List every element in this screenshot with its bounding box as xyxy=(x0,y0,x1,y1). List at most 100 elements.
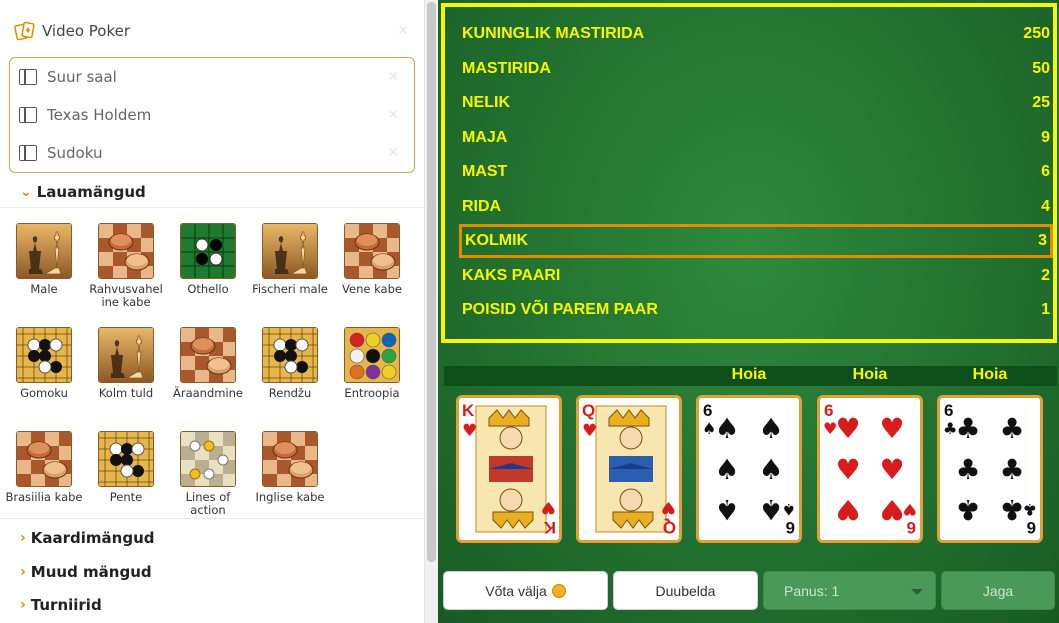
divider xyxy=(0,207,425,208)
svg-text:♥: ♥ xyxy=(835,412,860,445)
svg-text:Q: Q xyxy=(582,401,595,420)
section-board-games[interactable]: ⌄ Lauamängud xyxy=(20,183,146,201)
game-tile[interactable]: Brasiilia kabe xyxy=(3,431,85,504)
collect-button[interactable]: Võta välja xyxy=(443,571,608,610)
svg-text:♣: ♣ xyxy=(955,453,980,486)
checkers-icon xyxy=(180,327,236,383)
svg-text:6: 6 xyxy=(703,401,712,420)
sidebar-item-texas-holdem[interactable]: Texas Holdem ✕ xyxy=(19,97,399,133)
game-tile[interactable]: Male xyxy=(3,223,85,296)
sidebar-item-video-poker[interactable]: Video Poker ✕ xyxy=(14,13,409,49)
lines-icon xyxy=(180,431,236,487)
game-tile[interactable]: Rahvusvahel ine kabe xyxy=(85,223,167,309)
svg-text:♥: ♥ xyxy=(879,453,904,486)
svg-text:♥: ♥ xyxy=(835,453,860,486)
checkers-icon xyxy=(262,431,318,487)
payout-value: 6 xyxy=(1041,163,1050,180)
game-tile[interactable]: Rendžu xyxy=(249,327,331,400)
svg-text:♠: ♠ xyxy=(714,493,739,526)
double-label: Duubelda xyxy=(655,582,716,599)
cards-icon xyxy=(14,21,35,41)
chess-icon xyxy=(98,327,154,383)
paytable-row: MAST 6 xyxy=(459,155,1053,189)
panel-icon xyxy=(19,145,37,161)
hand-name: MAJA xyxy=(462,128,508,146)
payout-value: 50 xyxy=(1032,59,1050,77)
game-tile[interactable]: Lines of action xyxy=(167,431,249,517)
hand-name: KUNINGLIK MASTIRIDA xyxy=(462,25,645,42)
close-icon[interactable]: ✕ xyxy=(387,69,399,85)
payout-value: 3 xyxy=(1038,232,1047,249)
paytable-row: NELIK 25 xyxy=(459,86,1053,120)
sidebar-item-sudoku[interactable]: Sudoku ✕ xyxy=(19,135,399,171)
paytable-row: KAKS PAARI 2 xyxy=(459,259,1053,293)
svg-text:♥: ♥ xyxy=(661,497,676,517)
game-tile[interactable]: Pente xyxy=(85,431,167,504)
game-tile[interactable]: Kolm tuld xyxy=(85,327,167,400)
svg-text:6: 6 xyxy=(944,401,953,420)
collect-label: Võta välja xyxy=(485,582,547,599)
double-button[interactable]: Duubelda xyxy=(613,571,758,610)
playing-card-6-hearts[interactable]: 6 ♥ 6 ♥ ♥ ♥ ♥ ♥ ♥ ♥ xyxy=(817,395,923,543)
game-tile[interactable]: Fischeri male xyxy=(249,223,331,296)
paytable-row: MASTIRIDA 50 xyxy=(459,52,1053,86)
close-icon[interactable]: ✕ xyxy=(387,107,399,123)
chevron-right-icon: › xyxy=(20,530,26,546)
game-tile-label: Kolm tuld xyxy=(98,386,154,400)
svg-text:Q: Q xyxy=(663,518,676,537)
game-tile[interactable]: Vene kabe xyxy=(331,223,413,296)
sidebar-item-label: Video Poker xyxy=(42,22,131,40)
game-tile[interactable]: Entroopia xyxy=(331,327,413,400)
game-tile-label: Vene kabe xyxy=(342,282,402,296)
pinned-games-group: Suur saal ✕ Texas Holdem ✕ Sudoku ✕ xyxy=(9,57,415,173)
hand-name: POISID VÕI PAREM PAAR xyxy=(462,301,658,318)
section-tournaments[interactable]: › Turniirid xyxy=(20,596,102,614)
go-icon xyxy=(262,327,318,383)
svg-text:♣: ♣ xyxy=(999,412,1024,445)
game-tile-label: Inglise kabe xyxy=(255,490,325,504)
section-label: Muud mängud xyxy=(30,563,152,581)
sidebar-item-label: Suur saal xyxy=(47,68,117,86)
game-tile[interactable]: Inglise kabe xyxy=(249,431,331,504)
bet-select[interactable]: Panus: 1 xyxy=(763,571,936,610)
hold-label: Hoia xyxy=(852,366,888,383)
svg-text:♣: ♣ xyxy=(955,493,980,526)
game-tile[interactable]: Äraandmine xyxy=(167,327,249,400)
entropy-icon xyxy=(344,327,400,383)
hold-label: Hoia xyxy=(731,366,767,383)
paytable: KUNINGLIK MASTIRIDA 250 MASTIRIDA 50 NELIK… xyxy=(441,3,1057,343)
go-icon xyxy=(98,431,154,487)
chevron-right-icon: › xyxy=(20,597,26,613)
sidebar-item-label: Texas Holdem xyxy=(47,106,152,124)
panel-icon xyxy=(19,107,37,123)
paytable-row: RIDA 4 xyxy=(459,190,1053,224)
playing-card-6-spades[interactable]: 6 ♠ 6 ♠ ♠ ♠ ♠ ♠ ♠ ♠ xyxy=(696,395,802,543)
deal-button[interactable]: Jaga xyxy=(941,571,1055,610)
section-other-games[interactable]: › Muud mängud xyxy=(20,563,152,581)
sidebar-item-suur-saal[interactable]: Suur saal ✕ xyxy=(19,59,399,95)
svg-text:♣: ♣ xyxy=(999,493,1024,526)
chess-icon xyxy=(16,223,72,279)
playing-card-k-hearts[interactable]: K ♥ K ♥ xyxy=(456,395,562,543)
section-card-games[interactable]: › Kaardimängud xyxy=(20,529,155,547)
payout-value: 1 xyxy=(1041,301,1050,318)
svg-text:♣: ♣ xyxy=(999,453,1024,486)
game-tile[interactable]: Othello xyxy=(167,223,249,296)
paytable-row: MAJA 9 xyxy=(459,121,1053,155)
paytable-row: POISID VÕI PAREM PAAR 1 xyxy=(459,293,1053,327)
game-tile-label: Entroopia xyxy=(344,386,400,400)
playing-card-q-hearts[interactable]: Q ♥ Q ♥ xyxy=(576,395,682,543)
close-icon[interactable]: ✕ xyxy=(397,23,409,39)
svg-text:♥: ♥ xyxy=(879,493,904,526)
svg-text:♥: ♥ xyxy=(835,493,860,526)
chess-icon xyxy=(262,223,318,279)
hand-name: KOLMIK xyxy=(465,232,529,249)
playing-card-6-clubs[interactable]: 6 ♣ 6 ♣ ♣ ♣ ♣ ♣ ♣ ♣ xyxy=(937,395,1043,543)
deal-label: Jaga xyxy=(982,582,1014,599)
sidebar-item-label: Sudoku xyxy=(47,144,103,162)
svg-text:♥: ♥ xyxy=(541,497,556,517)
scrollbar-thumb[interactable] xyxy=(427,2,436,562)
paytable-row: KUNINGLIK MASTIRIDA 250 xyxy=(459,17,1053,51)
close-icon[interactable]: ✕ xyxy=(387,145,399,161)
game-tile[interactable]: Gomoku xyxy=(3,327,85,400)
